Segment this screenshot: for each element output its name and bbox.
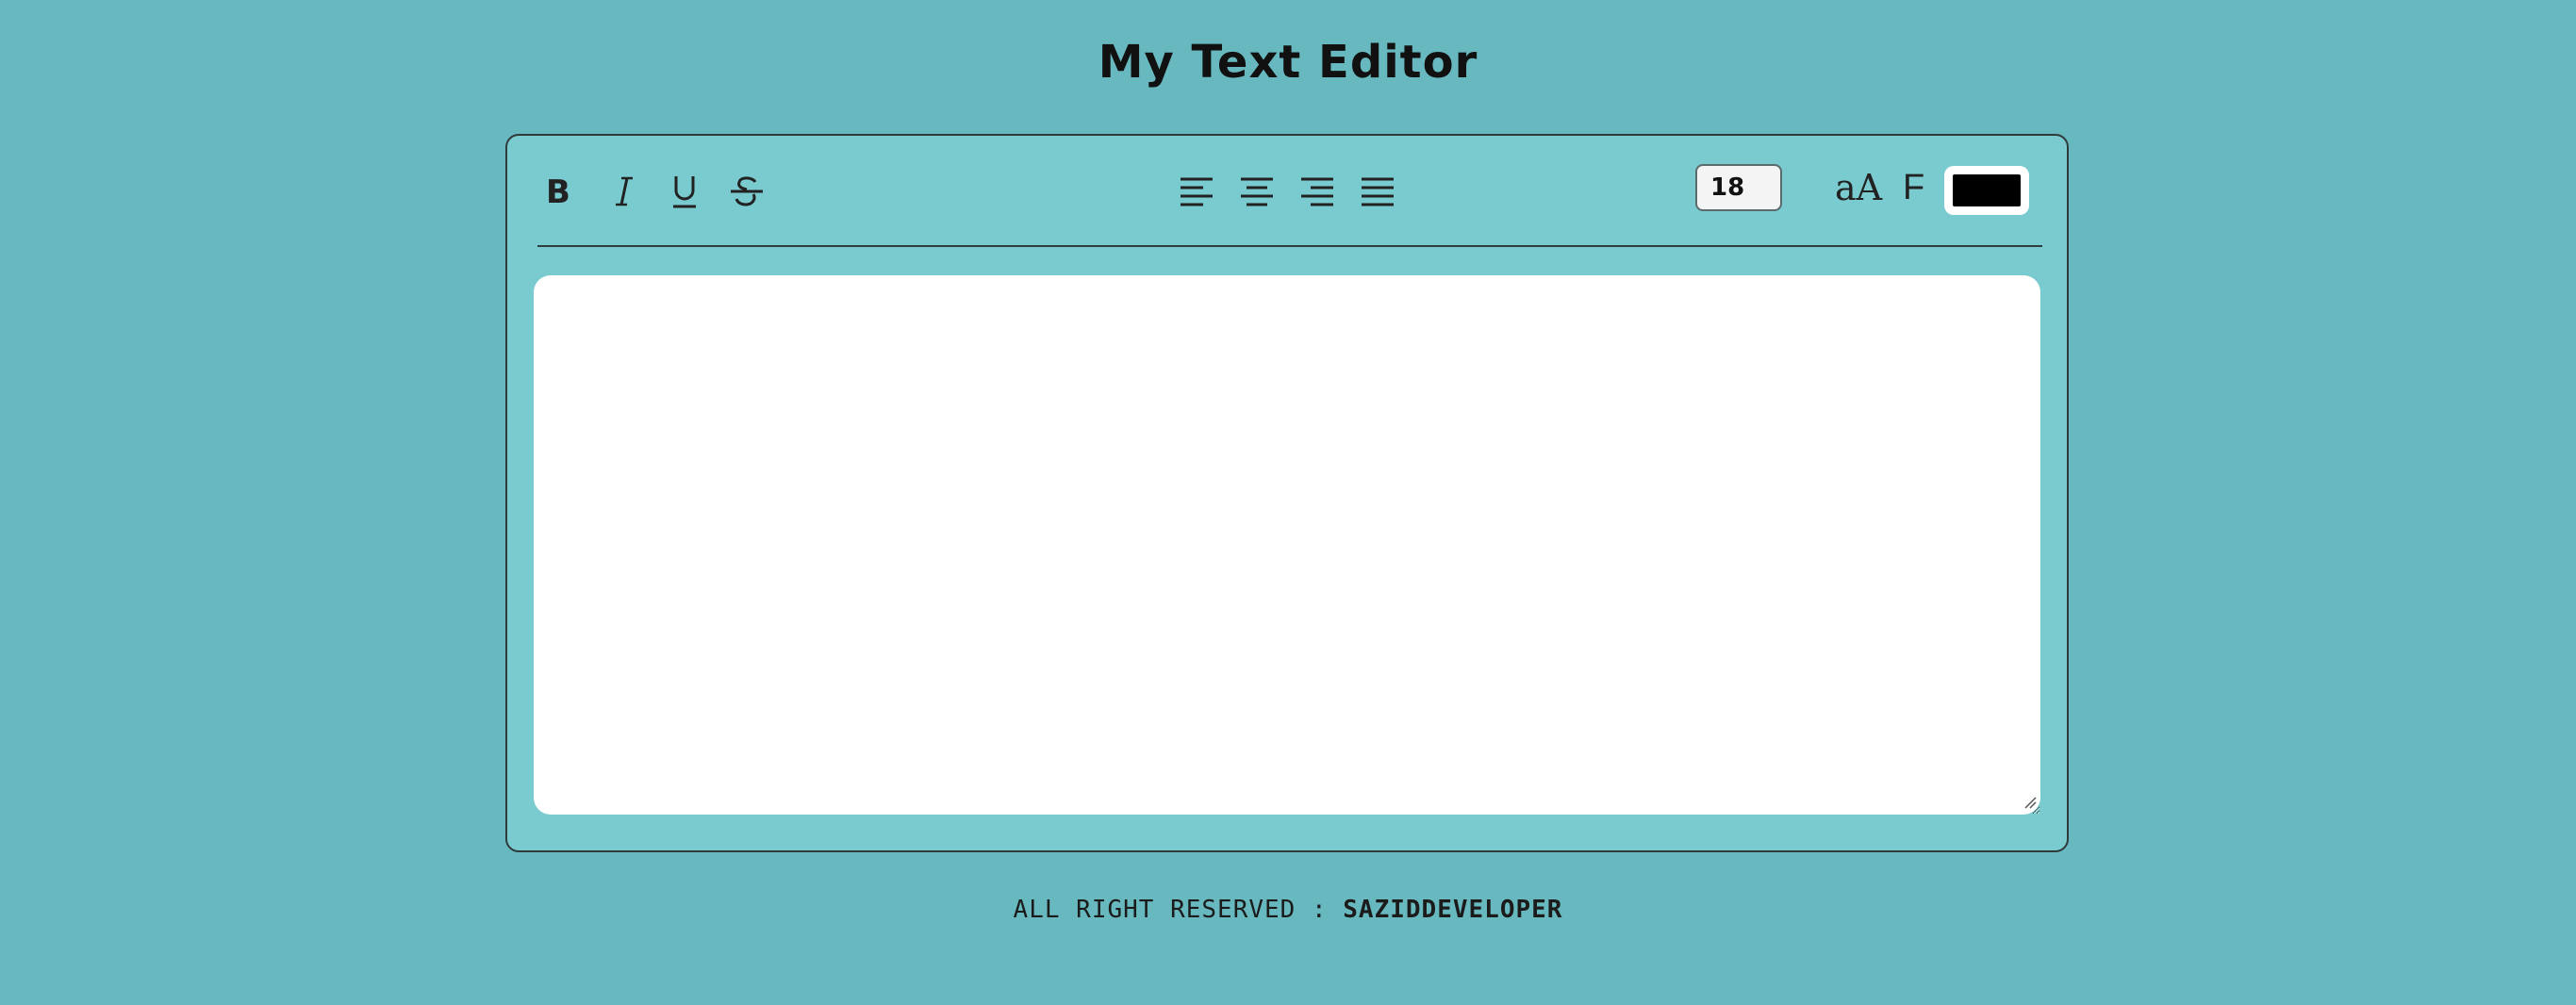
align-justify-button[interactable] — [1359, 172, 1396, 211]
align-center-icon — [1241, 177, 1273, 206]
text-color-picker[interactable] — [1944, 166, 2029, 215]
svg-text:B: B — [546, 175, 570, 207]
align-left-icon — [1181, 177, 1213, 206]
underline-button[interactable] — [666, 172, 703, 211]
italic-button[interactable] — [605, 172, 643, 211]
footer-brand: SAZIDDEVELOPER — [1343, 896, 1563, 924]
font-size-icon[interactable]: aA — [1835, 170, 1882, 206]
align-center-button[interactable] — [1238, 172, 1276, 211]
bold-icon: B — [546, 175, 570, 207]
align-right-icon — [1301, 177, 1333, 206]
italic-icon — [616, 176, 633, 206]
footer-copyright-text: ALL RIGHT RESERVED : — [1013, 896, 1344, 924]
font-size-input[interactable] — [1695, 164, 1782, 211]
bold-button[interactable]: B — [539, 172, 577, 211]
align-right-button[interactable] — [1298, 172, 1336, 211]
strikethrough-button[interactable] — [728, 172, 766, 211]
strikethrough-icon — [731, 176, 763, 206]
align-left-button[interactable] — [1178, 172, 1215, 211]
page-title: My Text Editor — [1098, 36, 1478, 89]
font-family-icon[interactable]: F — [1903, 170, 1924, 206]
underline-icon — [673, 176, 696, 208]
align-justify-icon — [1362, 177, 1394, 206]
color-swatch — [1953, 174, 2021, 206]
resize-grip-icon[interactable] — [2023, 796, 2037, 809]
footer: ALL RIGHT RESERVED : SAZIDDEVELOPER — [0, 896, 2576, 924]
toolbar-divider — [537, 245, 2042, 247]
editor-textarea[interactable] — [534, 275, 2040, 815]
